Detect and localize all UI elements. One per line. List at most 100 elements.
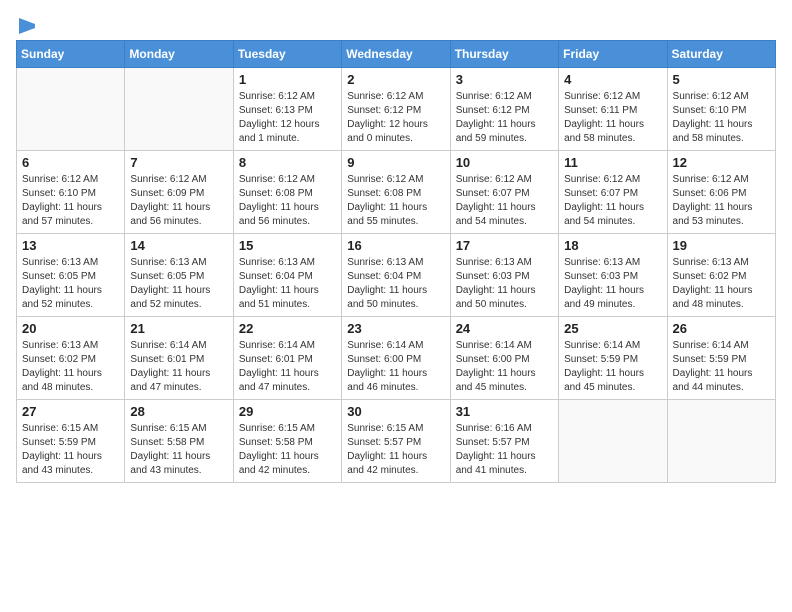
- day-number: 28: [130, 404, 227, 419]
- day-number: 19: [673, 238, 770, 253]
- calendar-cell: 1 Sunrise: 6:12 AMSunset: 6:13 PMDaylight…: [233, 68, 341, 151]
- calendar-cell: 7Sunrise: 6:12 AMSunset: 6:09 PMDaylight…: [125, 151, 233, 234]
- day-info: Sunrise: 6:14 AMSunset: 6:00 PMDaylight:…: [456, 339, 553, 395]
- day-number: 31: [456, 404, 553, 419]
- calendar-cell: 16 Sunrise: 6:13 AMSunset: 6:04 PMDayligh…: [342, 234, 450, 317]
- day-info: Sunrise: 6:12 AMSunset: 6:07 PMDaylight:…: [564, 173, 661, 229]
- calendar-cell: 23 Sunrise: 6:14 AMSunset: 6:00 PMDayligh…: [342, 317, 450, 400]
- calendar-cell: 15 Sunrise: 6:13 AMSunset: 6:04 PMDayligh…: [233, 234, 341, 317]
- calendar-cell: 24 Sunrise: 6:14 AMSunset: 6:00 PMDayligh…: [450, 317, 558, 400]
- day-info: Sunrise: 6:15 AMSunset: 5:58 PMDaylight:…: [130, 422, 227, 478]
- calendar-cell: 17 Sunrise: 6:13 AMSunset: 6:03 PMDayligh…: [450, 234, 558, 317]
- header-friday: Friday: [559, 41, 667, 68]
- day-info: Sunrise: 6:15 AMSunset: 5:58 PMDaylight:…: [239, 422, 336, 478]
- calendar-cell: [125, 68, 233, 151]
- day-info: Sunrise: 6:14 AMSunset: 5:59 PMDaylight:…: [673, 339, 770, 395]
- day-number: 24: [456, 321, 553, 336]
- day-info: Sunrise: 6:12 AMSunset: 6:12 PMDaylight:…: [347, 90, 444, 146]
- calendar-cell: 20 Sunrise: 6:13 AMSunset: 6:02 PMDayligh…: [17, 317, 125, 400]
- day-info: Sunrise: 6:12 AMSunset: 6:12 PMDaylight:…: [456, 90, 553, 146]
- calendar-week-2: 6Sunrise: 6:12 AMSunset: 6:10 PMDaylight…: [17, 151, 776, 234]
- calendar-week-1: 1 Sunrise: 6:12 AMSunset: 6:13 PMDaylight…: [17, 68, 776, 151]
- calendar-week-4: 20 Sunrise: 6:13 AMSunset: 6:02 PMDayligh…: [17, 317, 776, 400]
- calendar-cell: 9 Sunrise: 6:12 AMSunset: 6:08 PMDaylight…: [342, 151, 450, 234]
- day-info: Sunrise: 6:13 AMSunset: 6:04 PMDaylight:…: [347, 256, 444, 312]
- calendar-cell: 28 Sunrise: 6:15 AMSunset: 5:58 PMDayligh…: [125, 400, 233, 483]
- day-info: Sunrise: 6:14 AMSunset: 6:00 PMDaylight:…: [347, 339, 444, 395]
- calendar-cell: 8 Sunrise: 6:12 AMSunset: 6:08 PMDaylight…: [233, 151, 341, 234]
- header-thursday: Thursday: [450, 41, 558, 68]
- day-number: 11: [564, 155, 661, 170]
- day-info: Sunrise: 6:12 AMSunset: 6:07 PMDaylight:…: [456, 173, 553, 229]
- calendar-cell: 31 Sunrise: 6:16 AMSunset: 5:57 PMDayligh…: [450, 400, 558, 483]
- day-number: 3: [456, 72, 553, 87]
- day-info: Sunrise: 6:13 AMSunset: 6:02 PMDaylight:…: [22, 339, 119, 395]
- day-info: Sunrise: 6:12 AMSunset: 6:08 PMDaylight:…: [239, 173, 336, 229]
- calendar-cell: [17, 68, 125, 151]
- day-number: 18: [564, 238, 661, 253]
- day-number: 6: [22, 155, 119, 170]
- header-tuesday: Tuesday: [233, 41, 341, 68]
- header-sunday: Sunday: [17, 41, 125, 68]
- calendar-cell: 21Sunrise: 6:14 AMSunset: 6:01 PMDayligh…: [125, 317, 233, 400]
- day-number: 29: [239, 404, 336, 419]
- calendar-cell: 6Sunrise: 6:12 AMSunset: 6:10 PMDaylight…: [17, 151, 125, 234]
- day-number: 8: [239, 155, 336, 170]
- day-info: Sunrise: 6:14 AMSunset: 6:01 PMDaylight:…: [130, 339, 227, 395]
- day-number: 7: [130, 155, 227, 170]
- day-info: Sunrise: 6:14 AMSunset: 6:01 PMDaylight:…: [239, 339, 336, 395]
- day-info: Sunrise: 6:12 AMSunset: 6:08 PMDaylight:…: [347, 173, 444, 229]
- calendar-cell: 5 Sunrise: 6:12 AMSunset: 6:10 PMDaylight…: [667, 68, 775, 151]
- calendar-cell: 25Sunrise: 6:14 AMSunset: 5:59 PMDayligh…: [559, 317, 667, 400]
- day-info: Sunrise: 6:13 AMSunset: 6:05 PMDaylight:…: [130, 256, 227, 312]
- day-info: Sunrise: 6:12 AMSunset: 6:11 PMDaylight:…: [564, 90, 661, 146]
- logo-icon: [17, 16, 37, 36]
- day-number: 30: [347, 404, 444, 419]
- logo: [16, 16, 37, 32]
- day-info: Sunrise: 6:12 AMSunset: 6:13 PMDaylight:…: [239, 90, 336, 146]
- day-number: 14: [130, 238, 227, 253]
- calendar-cell: 30 Sunrise: 6:15 AMSunset: 5:57 PMDayligh…: [342, 400, 450, 483]
- day-info: Sunrise: 6:16 AMSunset: 5:57 PMDaylight:…: [456, 422, 553, 478]
- calendar-cell: [559, 400, 667, 483]
- page-header: [16, 16, 776, 32]
- day-number: 13: [22, 238, 119, 253]
- calendar-cell: 19 Sunrise: 6:13 AMSunset: 6:02 PMDayligh…: [667, 234, 775, 317]
- day-number: 23: [347, 321, 444, 336]
- calendar-cell: 29 Sunrise: 6:15 AMSunset: 5:58 PMDayligh…: [233, 400, 341, 483]
- day-number: 10: [456, 155, 553, 170]
- day-info: Sunrise: 6:15 AMSunset: 5:57 PMDaylight:…: [347, 422, 444, 478]
- day-number: 26: [673, 321, 770, 336]
- calendar-cell: 27 Sunrise: 6:15 AMSunset: 5:59 PMDayligh…: [17, 400, 125, 483]
- calendar-cell: 18Sunrise: 6:13 AMSunset: 6:03 PMDayligh…: [559, 234, 667, 317]
- day-number: 22: [239, 321, 336, 336]
- day-number: 20: [22, 321, 119, 336]
- day-number: 17: [456, 238, 553, 253]
- day-number: 15: [239, 238, 336, 253]
- day-info: Sunrise: 6:12 AMSunset: 6:10 PMDaylight:…: [673, 90, 770, 146]
- calendar-cell: 26 Sunrise: 6:14 AMSunset: 5:59 PMDayligh…: [667, 317, 775, 400]
- header-saturday: Saturday: [667, 41, 775, 68]
- calendar-cell: 22 Sunrise: 6:14 AMSunset: 6:01 PMDayligh…: [233, 317, 341, 400]
- day-number: 25: [564, 321, 661, 336]
- day-number: 27: [22, 404, 119, 419]
- day-info: Sunrise: 6:15 AMSunset: 5:59 PMDaylight:…: [22, 422, 119, 478]
- calendar-cell: 14 Sunrise: 6:13 AMSunset: 6:05 PMDayligh…: [125, 234, 233, 317]
- calendar-table: SundayMondayTuesdayWednesdayThursdayFrid…: [16, 40, 776, 483]
- calendar-cell: 2Sunrise: 6:12 AMSunset: 6:12 PMDaylight…: [342, 68, 450, 151]
- day-number: 4: [564, 72, 661, 87]
- day-number: 12: [673, 155, 770, 170]
- calendar-cell: 11 Sunrise: 6:12 AMSunset: 6:07 PMDayligh…: [559, 151, 667, 234]
- day-number: 9: [347, 155, 444, 170]
- day-info: Sunrise: 6:13 AMSunset: 6:05 PMDaylight:…: [22, 256, 119, 312]
- calendar-cell: 3 Sunrise: 6:12 AMSunset: 6:12 PMDaylight…: [450, 68, 558, 151]
- day-info: Sunrise: 6:13 AMSunset: 6:02 PMDaylight:…: [673, 256, 770, 312]
- header-wednesday: Wednesday: [342, 41, 450, 68]
- day-number: 5: [673, 72, 770, 87]
- day-info: Sunrise: 6:13 AMSunset: 6:04 PMDaylight:…: [239, 256, 336, 312]
- day-number: 16: [347, 238, 444, 253]
- calendar-week-5: 27 Sunrise: 6:15 AMSunset: 5:59 PMDayligh…: [17, 400, 776, 483]
- calendar-cell: 12Sunrise: 6:12 AMSunset: 6:06 PMDayligh…: [667, 151, 775, 234]
- day-number: 1: [239, 72, 336, 87]
- day-info: Sunrise: 6:13 AMSunset: 6:03 PMDaylight:…: [456, 256, 553, 312]
